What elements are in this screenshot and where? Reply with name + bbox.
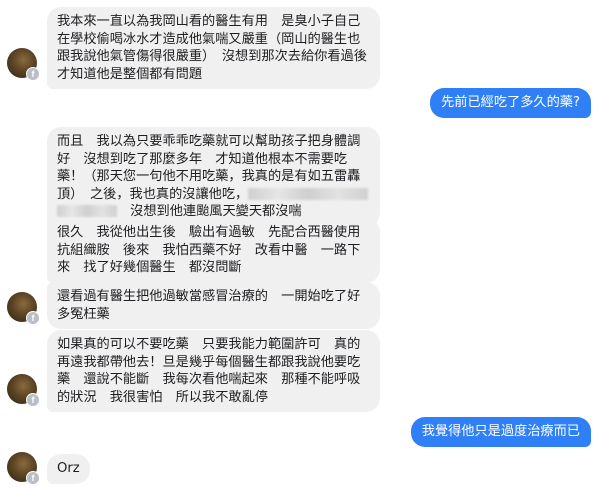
message-text: 我本來一直以為我岡山看的醫生有用 是臭小子自己在學校偷喝冰水才造成他氣喘又嚴重（… xyxy=(57,14,381,82)
message-bubble-incoming: 我本來一直以為我岡山看的醫生有用 是臭小子自己在學校偷喝冰水才造成他氣喘又嚴重（… xyxy=(47,7,380,89)
message-text: 先前已經吃了多久的藥? xyxy=(441,95,580,110)
user-avatar-icon[interactable]: f xyxy=(7,452,40,485)
message-text: 很久 我從他出生後 驗出有過敏 先配合西醫使用抗組織胺 後來 我怕西藥不好 改看… xyxy=(57,225,361,275)
message-text: 還看過有醫生把他過敏當感冒治療的 一開始吃了好多冤枉藥 xyxy=(57,289,361,322)
user-avatar-icon[interactable]: f xyxy=(7,374,40,407)
message-text: Orz xyxy=(57,461,80,476)
user-avatar-icon[interactable]: f xyxy=(7,292,40,325)
facebook-badge-icon: f xyxy=(26,67,40,81)
message-text: 我覺得他只是過度治療而已 xyxy=(421,424,580,439)
facebook-badge-icon: f xyxy=(26,311,40,325)
redacted-text xyxy=(248,187,369,200)
message-bubble-incoming: Orz xyxy=(47,454,90,484)
message-bubble-outgoing: 我覺得他只是過度治療而已 xyxy=(410,417,591,447)
message-bubble-incoming: 很久 我從他出生後 驗出有過敏 先配合西醫使用抗組織胺 後來 我怕西藥不好 改看… xyxy=(47,218,380,283)
message-text: 如果真的可以不要吃藥 只要我能力範圍許可 真的再遠我都帶他去！旦是幾乎每個醫生都… xyxy=(57,337,361,405)
facebook-badge-icon: f xyxy=(26,471,40,485)
message-bubble-outgoing: 先前已經吃了多久的藥? xyxy=(430,88,591,118)
message-text: 沒想到他連颱風天變天都沒喘 xyxy=(117,204,302,219)
message-bubble-incoming: 而且 我以為只要乖乖吃藥就可以幫助孩子把身體調好 沒想到吃了那麼多年 才知道他根… xyxy=(47,127,380,227)
message-bubble-incoming: 如果真的可以不要吃藥 只要我能力範圍許可 真的再遠我都帶他去！旦是幾乎每個醫生都… xyxy=(47,330,380,412)
facebook-badge-icon: f xyxy=(26,393,40,407)
user-avatar-icon[interactable]: f xyxy=(7,48,40,81)
redacted-text xyxy=(57,205,117,217)
message-bubble-incoming: 還看過有醫生把他過敏當感冒治療的 一開始吃了好多冤枉藥 xyxy=(47,282,380,329)
